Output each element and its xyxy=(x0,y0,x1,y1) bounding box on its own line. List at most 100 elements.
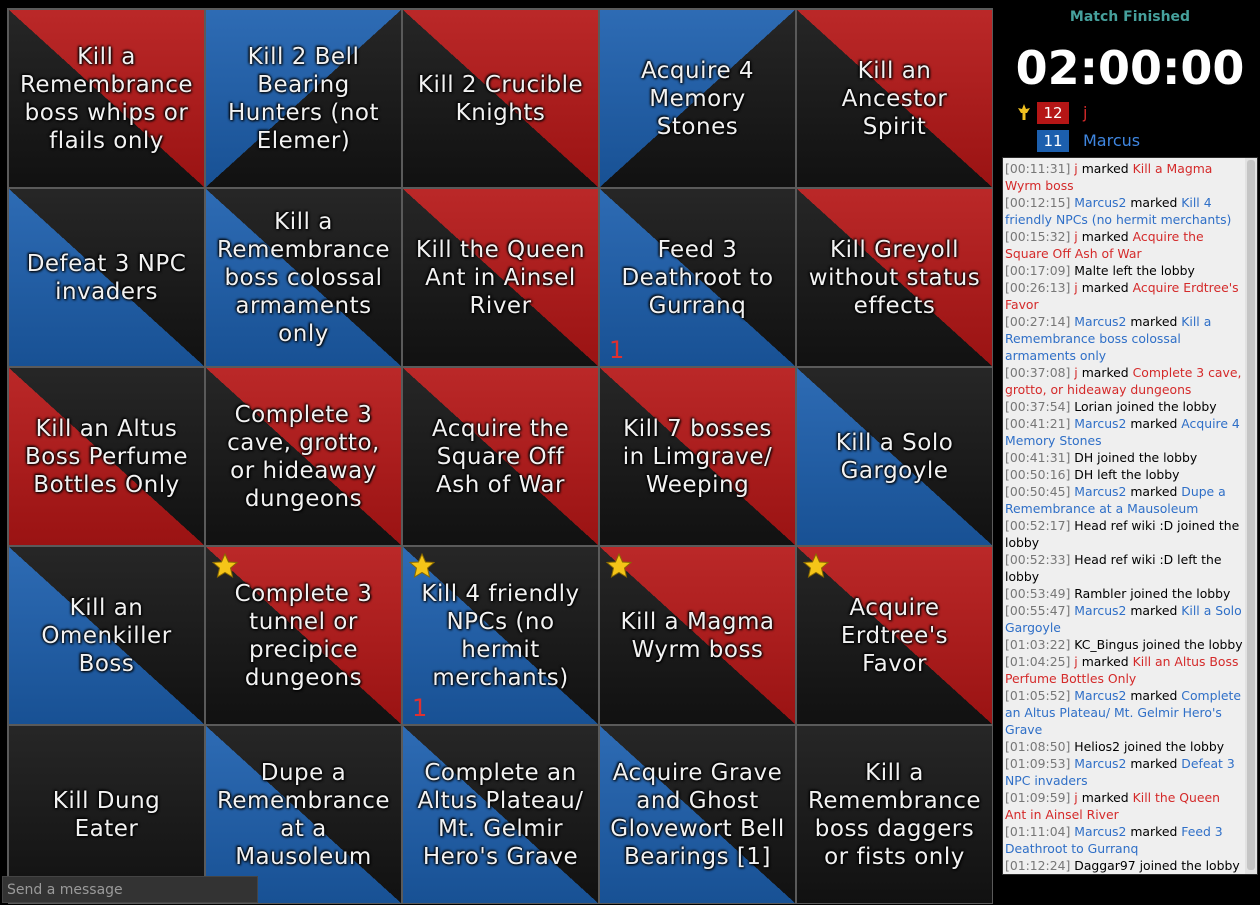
chat-timestamp: [00:26:13] xyxy=(1005,280,1071,295)
chat-message: [00:11:31] j marked Kill a Magma Wyrm bo… xyxy=(1005,160,1245,194)
goal-text: Kill a Remembrance boss daggers or fists… xyxy=(807,759,982,870)
chat-user: j xyxy=(1074,229,1078,244)
bingo-cell[interactable]: Complete an Altus Plateau/ Mt. Gelmir He… xyxy=(402,725,599,904)
chat-user: Head ref wiki :D xyxy=(1074,552,1174,567)
chat-timestamp: [01:05:52] xyxy=(1005,688,1071,703)
player-row-red: 12 j xyxy=(1000,101,1260,125)
bingo-cell[interactable]: Feed 3 Deathroot to Gurranq 1 xyxy=(599,188,796,367)
goal-text: Acquire Erdtree's Favor xyxy=(840,594,949,677)
bingo-cell[interactable]: Acquire the Square Off Ash of War xyxy=(402,367,599,546)
chat-user: Marcus2 xyxy=(1074,756,1127,771)
chat-message: [00:37:08] j marked Complete 3 cave, gro… xyxy=(1005,364,1245,398)
bingo-cell[interactable]: Kill a Remembrance boss daggers or fists… xyxy=(796,725,993,904)
chat-message: [00:41:31] DH joined the lobby xyxy=(1005,449,1245,466)
chat-user: Marcus2 xyxy=(1074,314,1127,329)
chat-scrollbar[interactable] xyxy=(1245,158,1257,874)
bingo-cell[interactable]: Kill Greyoll without status effects xyxy=(796,188,993,367)
chat-user: Head ref wiki :D xyxy=(1074,518,1174,533)
chat-message: [01:08:50] Helios2 joined the lobby xyxy=(1005,738,1245,755)
bingo-cell[interactable]: Defeat 3 NPC invaders xyxy=(8,188,205,367)
goal-text: Kill 2 Crucible Knights xyxy=(417,71,584,126)
chat-message: [00:26:13] j marked Acquire Erdtree's Fa… xyxy=(1005,279,1245,313)
bingo-cell[interactable]: Kill an Ancestor Spirit xyxy=(796,9,993,188)
chat-panel[interactable]: [00:11:31] j marked Kill a Magma Wyrm bo… xyxy=(1002,157,1258,875)
bingo-cell[interactable]: Kill a Solo Gargoyle xyxy=(796,367,993,546)
bingo-cell[interactable]: Kill the Queen Ant in Ainsel River xyxy=(402,188,599,367)
bingo-cell[interactable]: Kill an Altus Boss Perfume Bottles Only xyxy=(8,367,205,546)
goal-text: Defeat 3 NPC invaders xyxy=(26,250,187,305)
bingo-cell[interactable]: Kill 7 bosses in Limgrave/ Weeping xyxy=(599,367,796,546)
chat-message: [00:27:14] Marcus2 marked Kill a Remembr… xyxy=(1005,313,1245,364)
chat-action: joined the lobby xyxy=(1139,858,1240,873)
star-icon xyxy=(606,553,632,579)
chat-user: KC_Bingus xyxy=(1074,637,1139,652)
bingo-cell[interactable]: Acquire Grave and Ghost Glovewort Bell B… xyxy=(599,725,796,904)
chat-user: DH xyxy=(1074,450,1094,465)
chat-user: j xyxy=(1074,280,1078,295)
player-name: j xyxy=(1083,103,1088,122)
bingo-cell[interactable]: Kill 2 Bell Bearing Hunters (not Elemer) xyxy=(205,9,402,188)
bingo-cell[interactable]: Kill an Omenkiller Boss xyxy=(8,546,205,725)
goal-text: Kill Dung Eater xyxy=(52,787,161,842)
star-icon xyxy=(212,553,238,579)
goal-text: Complete an Altus Plateau/ Mt. Gelmir He… xyxy=(417,759,584,870)
chat-user: Marcus2 xyxy=(1074,416,1127,431)
chat-timestamp: [00:27:14] xyxy=(1005,314,1071,329)
match-timer: 02:00:00 xyxy=(1015,41,1245,95)
bingo-cell[interactable]: Acquire 4 Memory Stones xyxy=(599,9,796,188)
chat-log: [00:11:31] j marked Kill a Magma Wyrm bo… xyxy=(1003,158,1245,874)
chat-timestamp: [00:11:31] xyxy=(1005,161,1071,176)
bingo-cell[interactable]: Acquire Erdtree's Favor xyxy=(796,546,993,725)
chat-timestamp: [00:17:09] xyxy=(1005,263,1071,278)
chat-action: marked xyxy=(1130,484,1178,499)
chat-user: Marcus2 xyxy=(1074,195,1127,210)
chat-action: left the lobby xyxy=(1097,467,1180,482)
chat-message: [00:41:21] Marcus2 marked Acquire 4 Memo… xyxy=(1005,415,1245,449)
chat-user: j xyxy=(1074,365,1078,380)
chat-action: joined the lobby xyxy=(1097,450,1198,465)
chat-timestamp: [00:52:33] xyxy=(1005,552,1071,567)
chat-action: marked xyxy=(1130,603,1178,618)
bingo-cell[interactable]: Complete 3 cave, grotto, or hideaway dun… xyxy=(205,367,402,546)
chat-action: joined the lobby xyxy=(1123,739,1225,754)
chat-message: [01:05:52] Marcus2 marked Complete an Al… xyxy=(1005,687,1245,738)
chat-message-input[interactable] xyxy=(2,876,258,903)
bingo-cell[interactable]: Kill 4 friendly NPCs (no hermit merchant… xyxy=(402,546,599,725)
goal-text: Acquire the Square Off Ash of War xyxy=(431,415,570,498)
chat-timestamp: [01:08:50] xyxy=(1005,739,1071,754)
chat-scroll-thumb[interactable] xyxy=(1247,160,1255,870)
player-row-blue: 11 Marcus xyxy=(1000,129,1260,153)
chat-message: [00:50:16] DH left the lobby xyxy=(1005,466,1245,483)
chat-user: Marcus2 xyxy=(1074,824,1127,839)
bingo-cell[interactable]: Kill 2 Crucible Knights xyxy=(402,9,599,188)
goal-text: Kill an Altus Boss Perfume Bottles Only xyxy=(24,415,188,498)
chat-timestamp: [01:03:22] xyxy=(1005,637,1071,652)
progress-counter: 1 xyxy=(412,694,428,722)
chat-action: joined the lobby xyxy=(1142,637,1243,652)
chat-user: Rambler xyxy=(1074,586,1127,601)
bingo-cell[interactable]: Kill a Magma Wyrm boss xyxy=(599,546,796,725)
star-icon xyxy=(803,553,829,579)
star-icon xyxy=(409,553,435,579)
bingo-cell[interactable]: Kill a Remembrance boss colossal armamen… xyxy=(205,188,402,367)
chat-user: j xyxy=(1074,790,1078,805)
goal-text: Kill 2 Bell Bearing Hunters (not Elemer) xyxy=(227,43,379,154)
chat-timestamp: [01:09:53] xyxy=(1005,756,1071,771)
goal-text: Kill Greyoll without status effects xyxy=(808,236,981,319)
goal-text: Acquire Grave and Ghost Glovewort Bell B… xyxy=(610,759,785,870)
chat-message: [01:09:59] j marked Kill the Queen Ant i… xyxy=(1005,789,1245,823)
chat-timestamp: [00:55:47] xyxy=(1005,603,1071,618)
chat-action: marked xyxy=(1130,688,1178,703)
chat-message: [01:12:24] Daggar97 joined the lobby xyxy=(1005,857,1245,874)
chat-timestamp: [00:53:49] xyxy=(1005,586,1071,601)
chat-user: Lorian xyxy=(1074,399,1113,414)
chat-action: marked xyxy=(1130,756,1178,771)
chat-user: Marcus2 xyxy=(1074,603,1127,618)
chat-user: Helios2 xyxy=(1074,739,1121,754)
goal-text: Kill an Ancestor Spirit xyxy=(841,57,948,140)
chat-action: joined the lobby xyxy=(1130,586,1231,601)
chat-timestamp: [00:50:45] xyxy=(1005,484,1071,499)
bingo-cell[interactable]: Kill a Remembrance boss whips or flails … xyxy=(8,9,205,188)
bingo-cell[interactable]: Complete 3 tunnel or precipice dungeons xyxy=(205,546,402,725)
chat-message: [01:11:04] Marcus2 marked Feed 3 Deathro… xyxy=(1005,823,1245,857)
